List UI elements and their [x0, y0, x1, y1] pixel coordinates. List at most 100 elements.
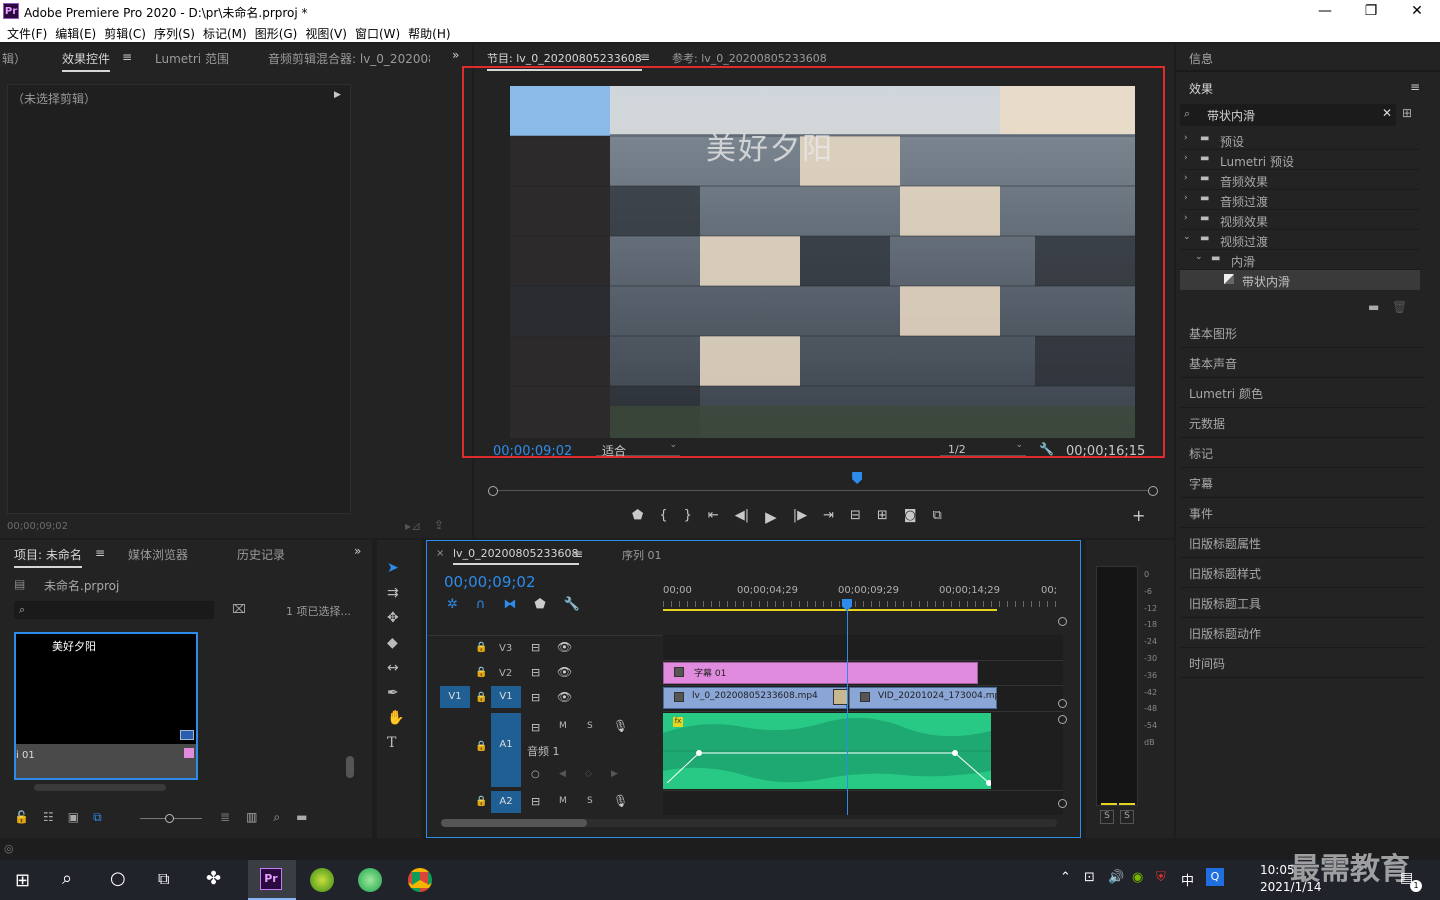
nvidia-icon[interactable]: ◉ [1132, 870, 1143, 885]
track-name-a2[interactable]: A2 [491, 791, 521, 813]
sync-lock-icon[interactable]: ⊟ [531, 691, 540, 704]
project-search-input[interactable]: ⌕ [14, 601, 214, 619]
panel-lumetri-color[interactable]: Lumetri 颜色 [1180, 378, 1426, 408]
project-menu-icon[interactable]: ≡ [95, 546, 105, 560]
tab-timeline-sequence[interactable]: lv_0_20200805233608 [453, 547, 579, 565]
sync-lock-icon[interactable]: ⊟ [531, 721, 540, 734]
timeline-hscroll-thumb[interactable] [441, 819, 587, 827]
effects-tree-item-video-effects[interactable]: › ▬ 视频效果 [1180, 210, 1420, 230]
panel-markers[interactable]: 标记 [1180, 438, 1426, 468]
more-tabs-icon[interactable]: » [452, 48, 459, 62]
solo-right-button[interactable]: S [1120, 810, 1134, 824]
solo-left-button[interactable]: S [1100, 810, 1114, 824]
panel-legacy-title-tools[interactable]: 旧版标题工具 [1180, 588, 1426, 618]
menu-edit[interactable]: 编辑(E) [54, 22, 103, 42]
go-to-out-icon[interactable]: ⇥ [823, 508, 834, 526]
eye-icon[interactable]: 👁 [557, 690, 572, 704]
tab-reference[interactable]: 参考: lv_0_20200805233608 [672, 50, 827, 66]
panel-timecode[interactable]: 时间码 [1180, 648, 1426, 678]
search-icon[interactable]: ⌕ [62, 868, 72, 889]
maximize-button[interactable]: ❐ [1348, 0, 1394, 22]
track-name-v1[interactable]: V1 [491, 686, 521, 708]
track-select-tool-icon[interactable]: ⇉ [387, 585, 404, 601]
sync-lock-icon[interactable]: ⊟ [531, 641, 540, 654]
prev-keyframe-icon[interactable]: ◀ [559, 769, 566, 779]
camera-icon[interactable]: ◙ [904, 508, 917, 526]
menu-clip[interactable]: 剪辑(C) [103, 22, 153, 42]
panel-essential-graphics[interactable]: 基本图形 [1180, 318, 1426, 348]
volume-icon[interactable]: 🔊 [1108, 870, 1124, 885]
qq-icon[interactable]: Q [1206, 868, 1224, 886]
snap-icon[interactable]: ∩ [476, 597, 486, 612]
export-icon[interactable]: ⇪ [434, 518, 444, 532]
windows-start-icon[interactable]: ⊞ [15, 870, 30, 891]
wrench-icon[interactable]: 🔧 [1039, 442, 1054, 456]
selection-tool-icon[interactable]: ➤ [387, 560, 404, 576]
hand-tool-icon[interactable]: ✋ [387, 710, 404, 726]
solo-button[interactable]: S [587, 721, 593, 731]
microphone-icon[interactable]: 🎙 [613, 719, 628, 733]
effects-search-input[interactable]: ⌕ 带状内滑 ✕ [1180, 104, 1396, 126]
menu-file[interactable]: 文件(F) [6, 22, 54, 42]
vscroll-handle-mid[interactable] [1058, 699, 1067, 708]
menu-help[interactable]: 帮助(H) [407, 22, 457, 42]
new-custom-bin-icon[interactable]: ⊞ [1402, 106, 1412, 120]
type-tool-icon[interactable]: T [387, 735, 404, 751]
panel-metadata[interactable]: 元数据 [1180, 408, 1426, 438]
icon-view-icon[interactable]: ▣ [68, 810, 79, 825]
extract-icon[interactable]: ⊞ [877, 508, 888, 526]
add-button-icon[interactable]: + [1132, 506, 1145, 525]
filter-icon[interactable]: ▸⊿ [405, 519, 421, 533]
browser-green-icon[interactable] [358, 868, 382, 892]
delete-icon[interactable]: 🗑 [1392, 300, 1407, 314]
find-icon[interactable]: ⌕ [273, 810, 280, 825]
effects-tree-item-audio-transitions[interactable]: › ▬ 音频过渡 [1180, 190, 1420, 210]
security-icon[interactable]: ⛨ [1156, 870, 1166, 885]
close-button[interactable]: ✕ [1394, 0, 1440, 22]
menu-graphics[interactable]: 图形(G) [254, 22, 305, 42]
razor-tool-icon[interactable]: ◆ [387, 635, 404, 651]
minimize-button[interactable]: — [1302, 0, 1348, 22]
eye-icon[interactable]: 👁 [557, 665, 572, 679]
tab-editing[interactable]: 辑） [2, 50, 26, 67]
clip-video-1[interactable]: lv_0_20200805233608.mp4 [663, 687, 847, 709]
slip-tool-icon[interactable]: ↔ [387, 660, 404, 676]
project-hscrollbar[interactable] [34, 784, 166, 791]
lock-icon[interactable]: 🔒 [475, 741, 487, 752]
step-forward-icon[interactable]: |▶ [793, 508, 807, 526]
tab-media-browser[interactable]: 媒体浏览器 [128, 546, 188, 563]
next-keyframe-icon[interactable]: ▶ [611, 769, 618, 779]
new-bin-icon[interactable]: ▬ [296, 810, 307, 825]
ime-indicator[interactable]: 中 [1181, 870, 1194, 889]
tab-audio-clip-mixer[interactable]: 音频剪辑混合器: lv_0_202008 [268, 50, 430, 67]
program-scrubber-track[interactable] [492, 490, 1156, 491]
microphone-icon[interactable]: 🎙 [613, 794, 628, 808]
zoom-handle-right[interactable] [1148, 486, 1158, 496]
panel-legacy-title-properties[interactable]: 旧版标题属性 [1180, 528, 1426, 558]
sync-lock-icon[interactable]: ⊟ [531, 666, 540, 679]
network-icon[interactable]: ⊡ [1084, 870, 1095, 885]
zoom-handle-left[interactable] [488, 486, 498, 496]
menu-window[interactable]: 窗口(W) [354, 22, 407, 42]
mute-button[interactable]: M [559, 721, 567, 731]
lock-icon[interactable]: 🔒 [475, 667, 487, 678]
effects-tree-item-slide[interactable]: ⌄ ▬ 内滑 [1180, 250, 1420, 270]
cortana-icon[interactable]: ○ [110, 868, 126, 889]
timeline-settings-icon[interactable]: 🔧 [564, 597, 580, 612]
clip-audio-1[interactable]: fx [663, 713, 991, 789]
mute-button[interactable]: M [559, 796, 567, 806]
effects-menu-icon[interactable]: ≡ [1410, 80, 1420, 94]
clip-title-01[interactable]: 字幕 01 [663, 662, 978, 684]
fit-dropdown[interactable]: 适合 ⌄ [596, 440, 680, 458]
lock-icon[interactable]: 🔓 [14, 810, 29, 825]
tab-sequence-01[interactable]: 序列 01 [622, 547, 662, 563]
panel-menu-icon[interactable]: ≡ [122, 50, 132, 64]
pinwheel-app-icon[interactable]: ✤ [206, 868, 221, 889]
list-view-icon[interactable]: ☷ [43, 810, 54, 825]
project-item-thumbnail[interactable]: 美好夕阳 i 01 [14, 632, 198, 780]
expand-arrow-icon[interactable]: ▶ [334, 90, 341, 100]
mark-out-icon[interactable]: } [684, 508, 692, 526]
sync-lock-icon[interactable]: ⊟ [531, 795, 540, 808]
timeline-menu-icon[interactable]: ≡ [573, 547, 583, 561]
lock-icon[interactable]: 🔒 [475, 796, 487, 807]
